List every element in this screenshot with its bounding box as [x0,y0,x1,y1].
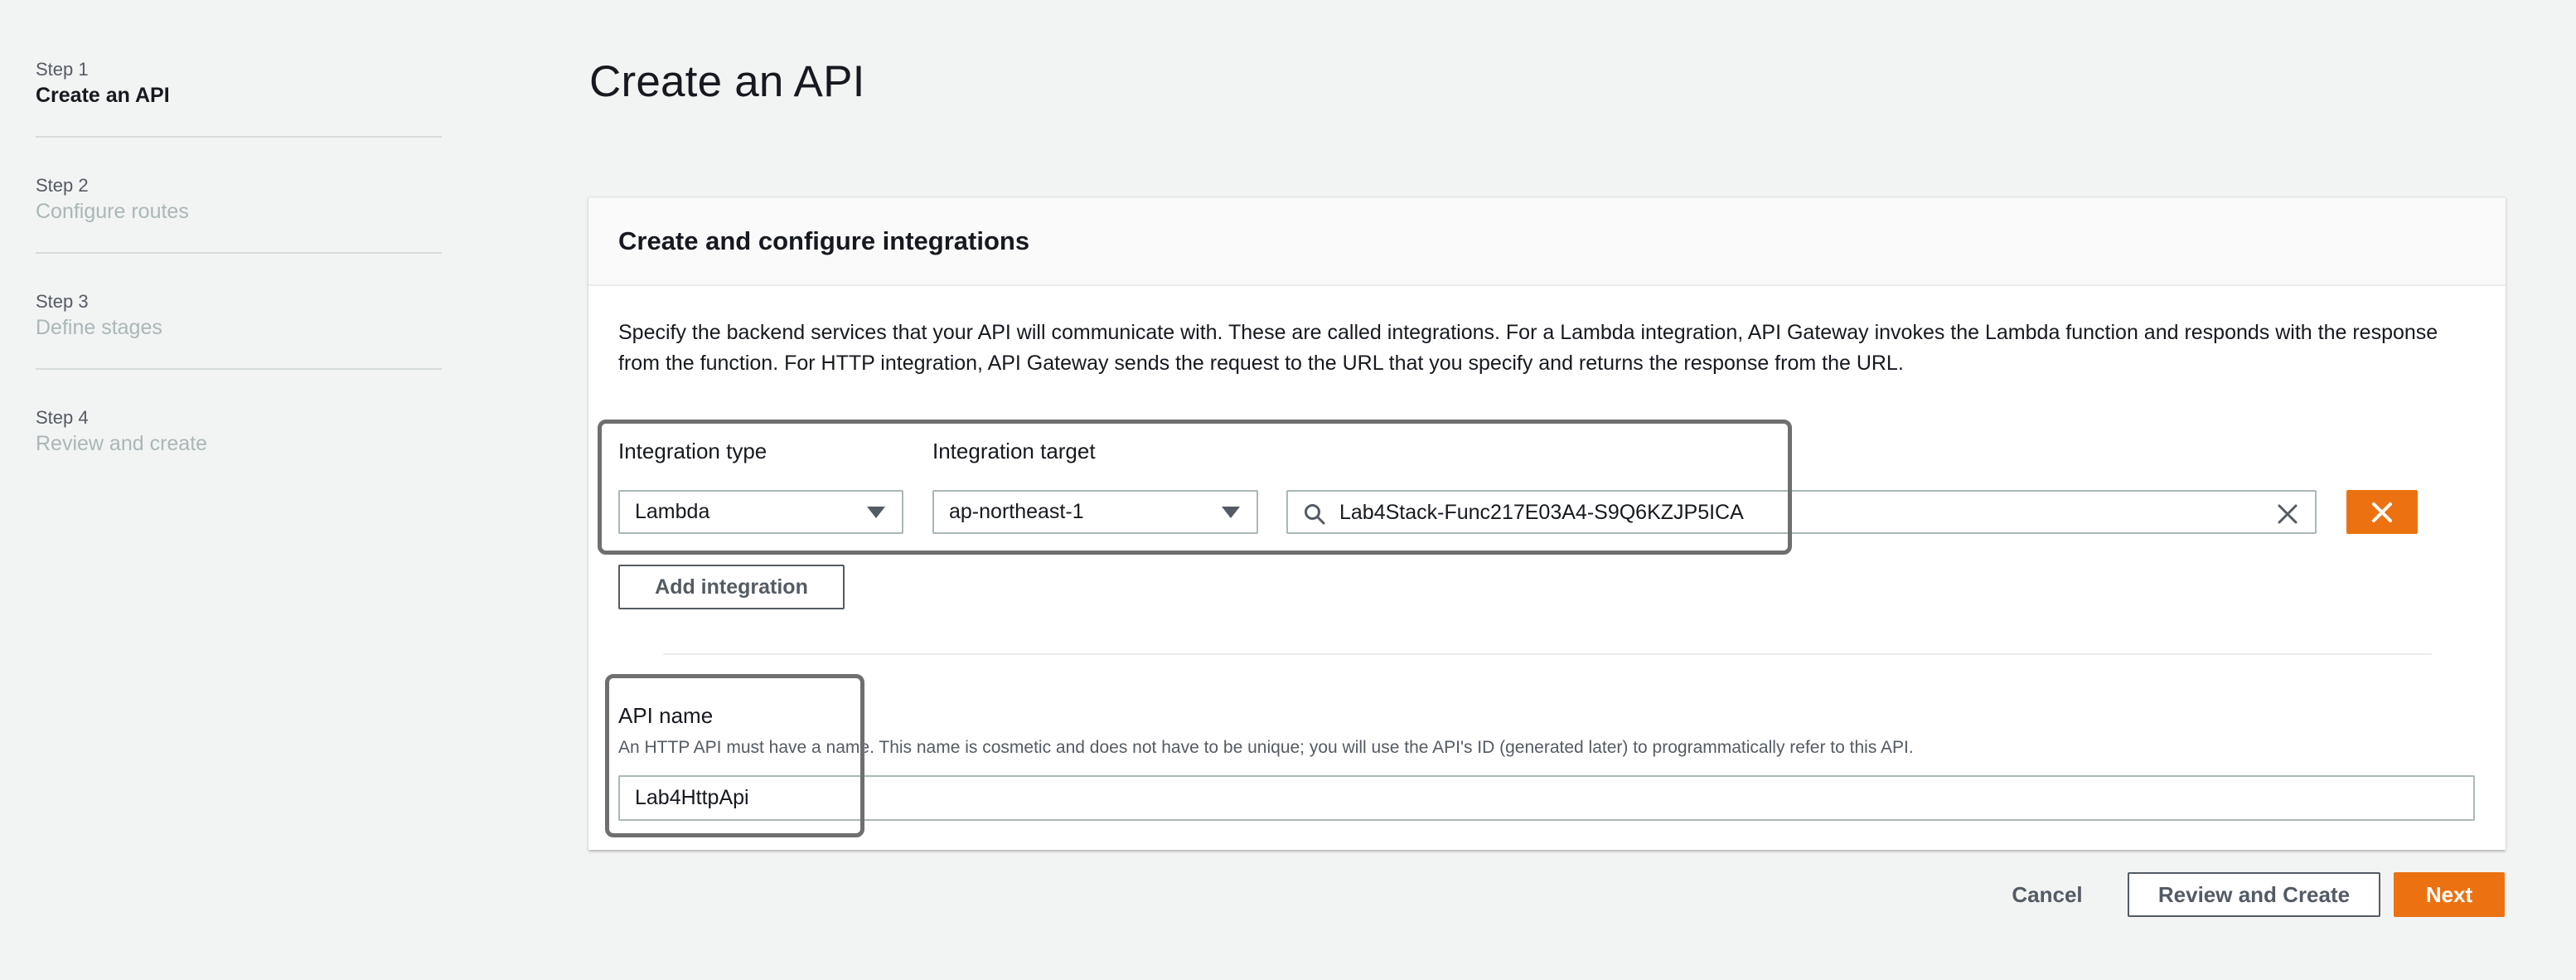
integration-target-label: Integration target [932,439,1096,463]
step-title: Configure routes [36,200,189,223]
create-api-page: Step 1 Create an API Step 2 Configure ro… [0,0,2576,980]
caret-down-icon [1222,507,1240,518]
step-number: Step 2 [36,175,89,196]
wizard-steps-nav: Step 1 Create an API Step 2 Configure ro… [36,58,442,522]
step-4[interactable]: Step 4 Review and create [36,406,442,486]
api-name-hint: An HTTP API must have a name. This name … [618,738,1914,757]
step-1[interactable]: Step 1 Create an API [36,58,442,138]
api-name-input[interactable] [618,775,2475,821]
add-integration-button[interactable]: Add integration [618,565,845,609]
lambda-function-input[interactable] [1339,498,2251,526]
step-2[interactable]: Step 2 Configure routes [36,174,442,254]
next-button[interactable]: Next [2394,872,2505,917]
cancel-button[interactable]: Cancel [1996,872,2099,917]
close-icon [2372,502,2392,522]
step-number: Step 3 [36,291,89,312]
region-value: ap-northeast-1 [949,500,1084,523]
panel-title: Create and configure integrations [618,226,1030,255]
api-name-label: API name [618,703,714,728]
step-title: Create an API [36,84,170,107]
integration-type-value: Lambda [635,500,710,523]
step-number: Step 4 [36,407,89,428]
section-divider [663,653,2432,655]
step-title: Review and create [36,432,208,455]
integration-type-select[interactable]: Lambda [618,490,903,534]
step-title: Define stages [36,316,162,339]
page-title: Create an API [589,57,865,106]
integration-type-label: Integration type [618,439,767,463]
lambda-function-search[interactable] [1286,490,2317,534]
review-and-create-button[interactable]: Review and Create [2128,872,2380,917]
search-icon [1305,504,1325,525]
remove-integration-button[interactable] [2346,490,2418,534]
integrations-description: Specify the backend services that your A… [618,321,2438,375]
step-3[interactable]: Step 3 Define stages [36,290,442,370]
region-select[interactable]: ap-northeast-1 [932,490,1258,534]
panel-header: Create and configure integrations [588,198,2506,286]
integrations-panel: Create and configure integrations Specif… [588,196,2506,850]
caret-down-icon [867,507,885,518]
close-icon[interactable] [2275,502,2300,526]
step-number: Step 1 [36,59,89,80]
